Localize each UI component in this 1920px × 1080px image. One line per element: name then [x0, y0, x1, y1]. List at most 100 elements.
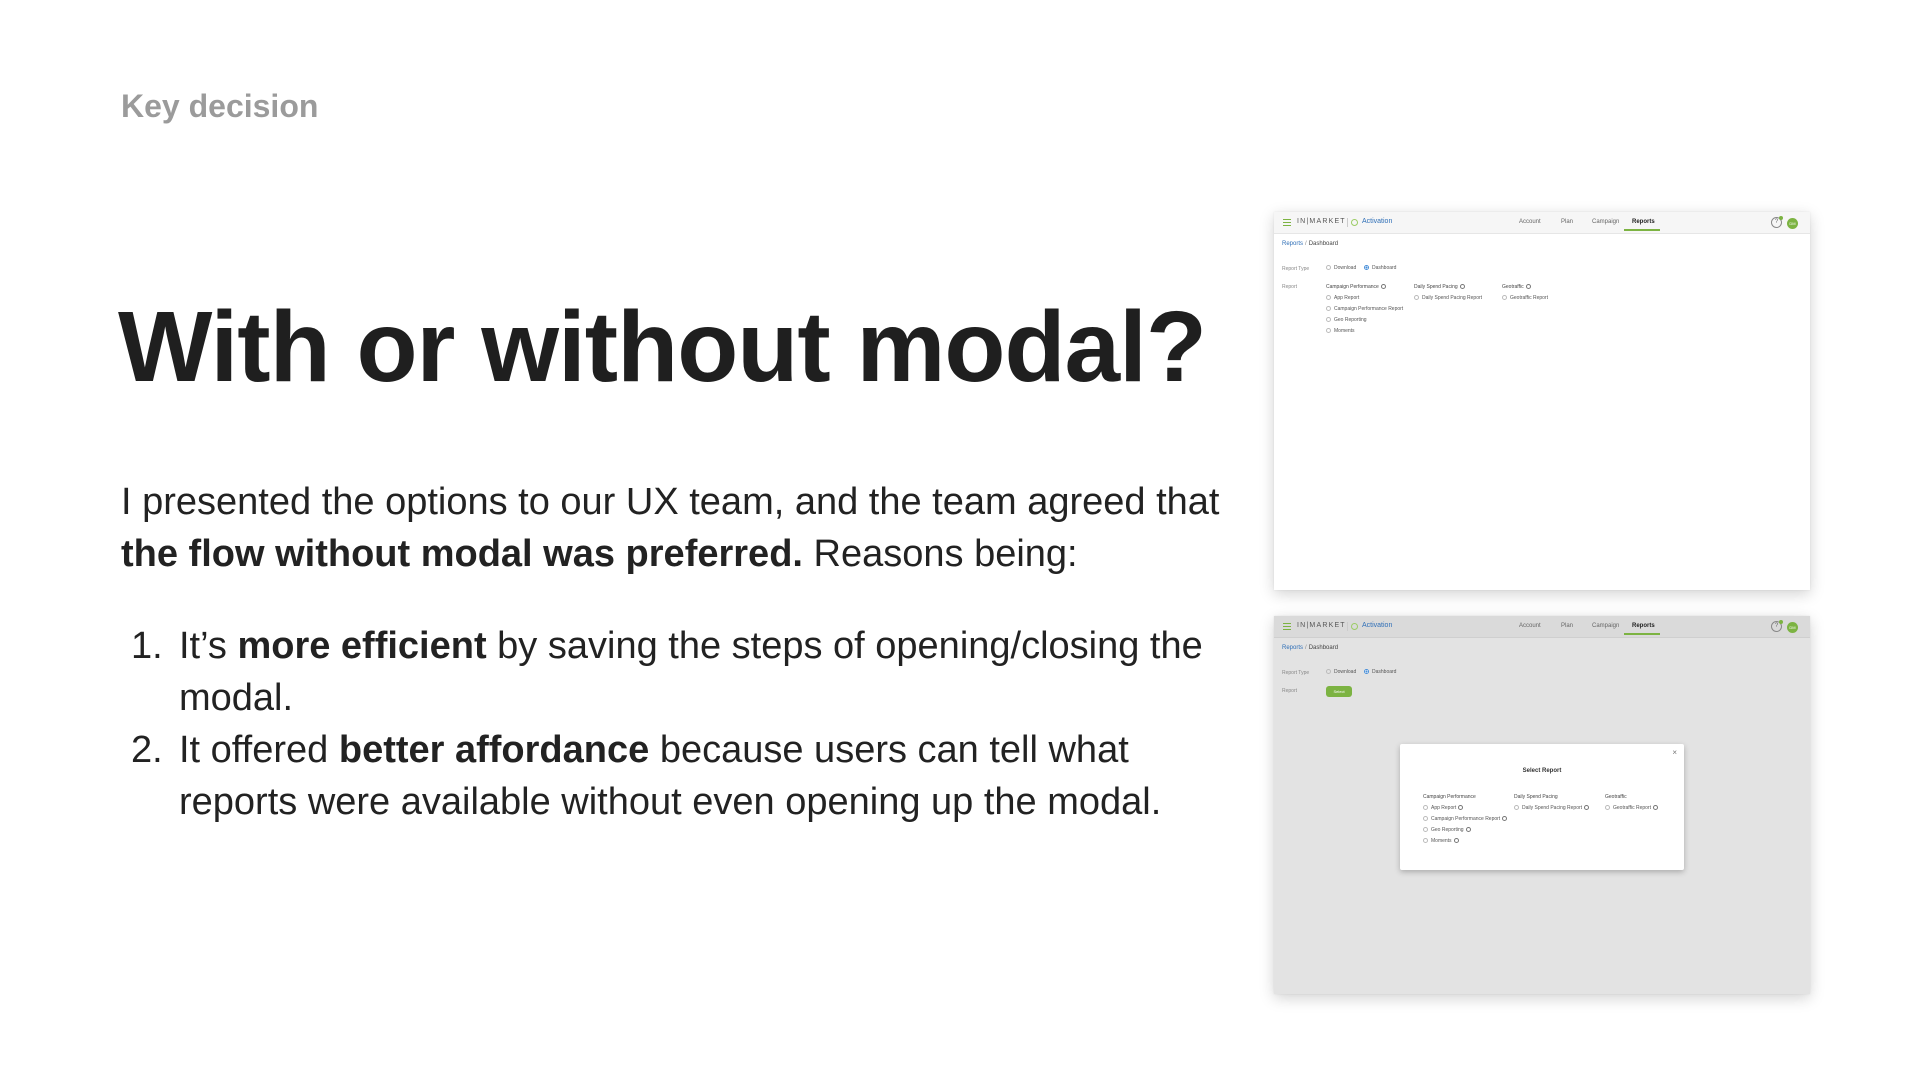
breadcrumb-dashboard: Dashboard: [1308, 645, 1339, 651]
radio-download: Download: [1326, 265, 1356, 271]
notification-dot: [1779, 620, 1783, 624]
screenshot-with-modal: IN|MARKET Activation Account Plan Campai…: [1274, 616, 1810, 994]
radio-off-icon: [1414, 295, 1419, 301]
radio-dashboard-label: Dashboard: [1372, 265, 1397, 271]
nav-campaign: Campaign: [1592, 219, 1620, 225]
radio-off-icon: [1514, 805, 1519, 811]
app-header: IN|MARKET Activation Account Plan Campai…: [1274, 212, 1810, 234]
radio-download-label: Download: [1334, 669, 1357, 675]
radio-off-icon: [1326, 306, 1331, 312]
nav-plan: Plan: [1561, 623, 1574, 629]
report-option: Moments: [1326, 328, 1355, 334]
report-option-label: App Report: [1431, 805, 1457, 811]
radio-dashboard-label: Dashboard: [1372, 669, 1397, 675]
reasons-list: 1. It’s more efficient by saving the ste…: [121, 620, 1241, 828]
radio-on-icon: [1364, 669, 1369, 675]
column-title: Campaign Performance: [1326, 284, 1379, 290]
app-header: IN|MARKET Activation Account Plan Campai…: [1274, 616, 1810, 638]
report-option: Geotraffic Report: [1502, 295, 1548, 301]
product-icon: [1351, 623, 1358, 630]
report-option-label: Moments: [1334, 328, 1355, 334]
report-option: Campaign Performance Report: [1423, 816, 1508, 822]
radio-off-icon: [1423, 816, 1428, 822]
reason-item: 1. It’s more efficient by saving the ste…: [121, 620, 1241, 724]
product-icon: [1351, 219, 1358, 226]
report-option: Geo Reporting: [1423, 827, 1471, 833]
intro-paragraph: I presented the options to our UX team, …: [121, 476, 1251, 580]
nav-reports: Reports: [1632, 623, 1655, 629]
breadcrumb: Reports / Dashboard: [1282, 645, 1338, 651]
column-header: Geotraffic: [1605, 794, 1627, 800]
report-option-label: Daily Spend Pacing Report: [1522, 805, 1583, 811]
report-option-label: Campaign Performance Report: [1334, 306, 1404, 312]
radio-off-icon: [1326, 317, 1331, 323]
nav-campaign: Campaign: [1592, 623, 1620, 629]
column-header: Campaign Performance: [1326, 284, 1386, 290]
column-title: Daily Spend Pacing: [1414, 284, 1458, 290]
report-option-label: Daily Spend Pacing Report: [1422, 295, 1483, 301]
radio-off-icon: [1326, 265, 1331, 271]
info-icon: [1453, 838, 1459, 844]
reason-number: 1.: [131, 625, 163, 667]
eyebrow-label: Key decision: [121, 88, 319, 124]
radio-off-icon: [1423, 805, 1428, 811]
nav-active-underline: [1624, 633, 1660, 635]
brand-logo: IN|MARKET: [1297, 622, 1346, 629]
radio-off-icon: [1423, 827, 1428, 833]
hamburger-menu-icon: [1283, 623, 1291, 630]
radio-on-icon: [1364, 265, 1369, 271]
reason-number: 2.: [131, 729, 163, 771]
intro-tail: Reasons being:: [813, 533, 1078, 575]
brand-divider: [1347, 622, 1348, 631]
column-header: Daily Spend Pacing: [1414, 284, 1465, 290]
breadcrumb-reports: Reports: [1282, 241, 1304, 247]
report-option: Daily Spend Pacing Report: [1414, 295, 1482, 301]
reason-pre: It offered: [179, 729, 329, 771]
column-header: Campaign Performance: [1423, 794, 1476, 800]
report-option-label: App Report: [1334, 295, 1360, 301]
radio-off-icon: [1605, 805, 1610, 811]
notification-dot: [1779, 216, 1783, 220]
nav-plan: Plan: [1561, 219, 1574, 225]
breadcrumb-dashboard: Dashboard: [1308, 241, 1339, 247]
radio-download: Download: [1326, 669, 1356, 675]
info-icon: [1458, 805, 1464, 811]
column-header: Daily Spend Pacing: [1514, 794, 1558, 800]
select-report-button: Select: [1326, 686, 1352, 697]
product-name: Activation: [1362, 622, 1393, 629]
nav-account: Account: [1519, 623, 1541, 629]
modal-title: Select Report: [1522, 768, 1562, 774]
reason-item: 2. It offered better affordance because …: [121, 724, 1241, 828]
report-option: App Report: [1423, 805, 1464, 811]
nav-active-underline: [1624, 229, 1660, 231]
brand-divider: [1347, 218, 1348, 227]
info-icon: [1465, 827, 1471, 833]
report-option-label: Geotraffic Report: [1613, 805, 1651, 811]
info-icon: [1459, 284, 1465, 290]
breadcrumb-separator: /: [1305, 241, 1307, 247]
reason-pre: It’s: [179, 625, 227, 667]
radio-download-label: Download: [1334, 265, 1357, 271]
breadcrumb: Reports / Dashboard: [1282, 241, 1338, 247]
report-option-label: Geo Reporting: [1431, 827, 1464, 833]
report-option-label: Campaign Performance Report: [1431, 816, 1501, 822]
nav-account: Account: [1519, 219, 1541, 225]
nav-reports: Reports: [1632, 219, 1655, 225]
reason-bold: more efficient: [237, 625, 487, 667]
column-header: Geotraffic: [1502, 284, 1531, 290]
radio-off-icon: [1423, 838, 1428, 844]
screenshot-without-modal: IN|MARKET Activation Account Plan Campai…: [1274, 212, 1810, 590]
report-option: Daily Spend Pacing Report: [1514, 805, 1590, 811]
brand-logo: IN|MARKET: [1297, 218, 1346, 225]
report-option-label: Geotraffic Report: [1510, 295, 1548, 301]
column-title: Geotraffic: [1502, 284, 1524, 290]
report-option: Campaign Performance Report: [1326, 306, 1403, 312]
report-label: Report: [1282, 284, 1298, 290]
avatar: DM: [1787, 622, 1798, 633]
avatar: DM: [1787, 218, 1798, 229]
slide-headline: With or without modal?: [118, 291, 1207, 403]
radio-off-icon: [1326, 328, 1331, 334]
report-type-label: Report Type: [1282, 670, 1310, 676]
info-icon: [1652, 805, 1658, 811]
info-icon: [1380, 284, 1386, 290]
